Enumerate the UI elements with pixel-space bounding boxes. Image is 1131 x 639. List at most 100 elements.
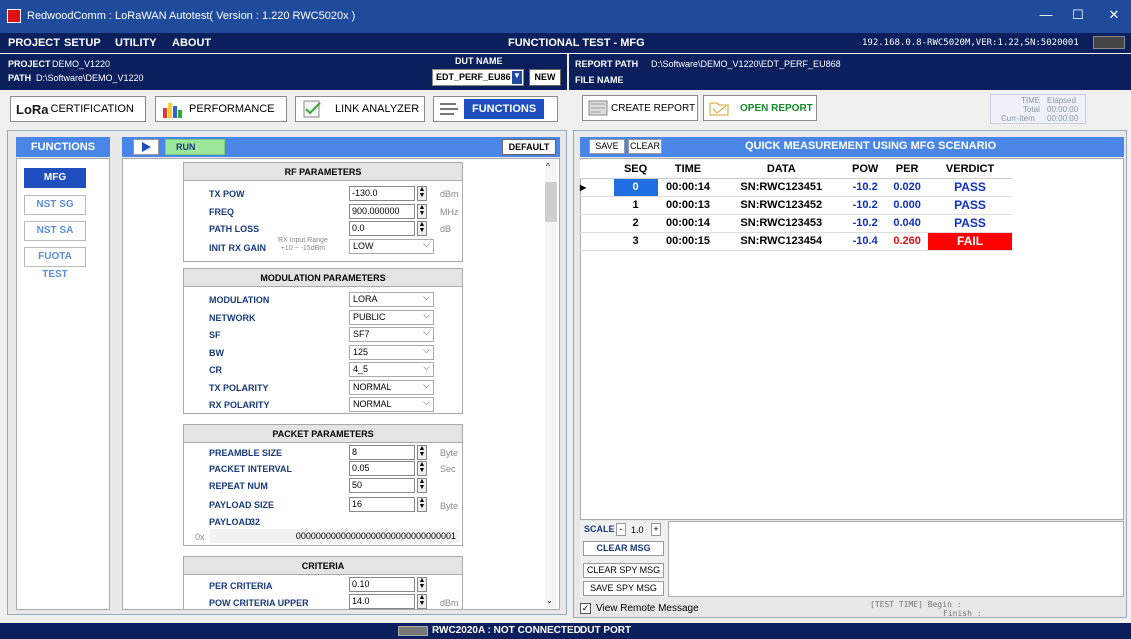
functions-tab-button[interactable]: FUNCTIONS (433, 96, 558, 122)
modulation-row-select[interactable]: PUBLIC (349, 309, 434, 325)
functions-header: FUNCTIONS (16, 137, 110, 157)
performance-label: PERFORMANCE (189, 103, 275, 115)
time-label: TIME (1021, 96, 1041, 105)
payload-size-spinner[interactable]: ▲ ▼ (417, 497, 427, 512)
save-button[interactable]: SAVE (589, 139, 625, 154)
total-value: 00:00:00 (1047, 105, 1079, 114)
cell-per: 0.000 (886, 196, 929, 215)
modulation-row-label: MODULATION (209, 295, 270, 305)
link-analyzer-button[interactable]: LINK ANALYZER (295, 96, 425, 122)
lora-certification-button[interactable]: LoRa CERTIFICATION (10, 96, 146, 122)
menu-setup[interactable]: SETUP (64, 37, 101, 49)
column-header[interactable]: POW (844, 160, 887, 179)
cell-time: 00:00:15 (657, 232, 719, 251)
tx-pow-spinner[interactable]: ▲ ▼ (417, 186, 427, 201)
modulation-row-select[interactable]: LORA (349, 292, 434, 307)
performance-button[interactable]: PERFORMANCE (155, 96, 287, 122)
parameters-scrollbar[interactable]: ^ ⌄ (545, 160, 557, 608)
init-rx-gain-select[interactable]: LOW (349, 239, 434, 254)
lora-logo: LoRa (16, 101, 49, 117)
preamble-size-spinner[interactable]: ▲ ▼ (417, 445, 427, 460)
path-loss-input[interactable]: 0.0 (349, 221, 415, 236)
open-report-button[interactable]: OPEN REPORT (703, 95, 817, 121)
table-row[interactable]: 1 00:00:13 SN:RWC123452 -10.2 0.000 PASS (580, 196, 1012, 215)
tx-pow-label: TX POW (209, 189, 245, 199)
path-loss-spinner[interactable]: ▲ ▼ (417, 221, 427, 236)
dut-port-label: DUT PORT (580, 625, 632, 636)
table-row[interactable]: ▶ 0 00:00:14 SN:RWC123451 -10.2 0.020 PASS (580, 178, 1012, 197)
clear-spy-msg-button[interactable]: CLEAR SPY MSG (583, 563, 664, 578)
new-dut-button[interactable]: NEW (529, 69, 561, 86)
preamble-size-input[interactable]: 8 (349, 445, 415, 460)
payload-length: 32 (250, 517, 261, 527)
cell-verdict: FAIL (928, 232, 1012, 251)
view-remote-checkbox[interactable]: ✓ (580, 603, 591, 614)
run-status: RUN (165, 139, 225, 155)
column-header[interactable]: DATA (718, 160, 845, 179)
sidebar-item-fuota-test[interactable]: FUOTA TEST (24, 247, 86, 280)
default-button[interactable]: DEFAULT (502, 139, 556, 155)
column-header[interactable]: TIME (657, 160, 719, 179)
payload-size-input[interactable]: 16 (349, 497, 415, 512)
test-time-finish: Finish : (943, 609, 982, 618)
freq-spinner[interactable]: ▲ ▼ (417, 204, 427, 219)
minimize-button[interactable]: — (1036, 7, 1056, 25)
pow-criteria-upper-input[interactable]: 14.0 (349, 594, 415, 609)
payload-input[interactable]: 00000000000000000000000000000001 (210, 529, 460, 543)
sidebar-item-nst-sa[interactable]: NST SA (24, 221, 86, 241)
scale-plus-button[interactable]: + (651, 523, 661, 536)
scroll-up-icon[interactable]: ^ (546, 162, 550, 171)
modulation-row-label: NETWORK (209, 312, 256, 323)
column-header[interactable]: PER (886, 160, 929, 179)
per-criteria-spinner[interactable]: ▲ ▼ (417, 577, 427, 592)
save-spy-msg-button[interactable]: SAVE SPY MSG (583, 581, 664, 596)
repeat-num-input[interactable]: 50 (349, 478, 415, 493)
column-header[interactable]: VERDICT (928, 160, 1012, 179)
scale-minus-button[interactable]: - (616, 523, 626, 536)
close-button[interactable]: ✕ (1104, 7, 1124, 25)
table-row[interactable]: 3 00:00:15 SN:RWC123454 -10.4 0.260 FAIL (580, 232, 1012, 251)
menu-about[interactable]: ABOUT (172, 37, 211, 49)
clear-msg-button[interactable]: CLEAR MSG (583, 541, 664, 556)
create-report-button[interactable]: CREATE REPORT (582, 95, 698, 121)
test-time-begin: [TEST TIME] Begin : (870, 600, 962, 609)
modulation-row-select[interactable]: 125 (349, 344, 434, 360)
row-indicator-header (580, 160, 614, 179)
packet-interval-input[interactable]: 0.05 (349, 461, 415, 476)
modulation-row-label: BW (209, 347, 224, 358)
modulation-row-select[interactable]: SF7 (349, 327, 434, 342)
run-button[interactable] (133, 139, 159, 155)
modulation-row-label: SF (209, 330, 221, 340)
clear-button[interactable]: CLEAR (628, 139, 662, 154)
window-title: RedwoodComm : LoRaWAN Autotest( Version … (27, 10, 356, 22)
scrollbar-thumb[interactable] (545, 182, 557, 222)
tx-pow-input[interactable]: -130.0 (349, 186, 415, 201)
modulation-row-select[interactable]: 4_5 (349, 362, 434, 377)
modulation-row-select[interactable]: NORMAL (349, 379, 434, 395)
column-header[interactable]: SEQ (613, 160, 658, 179)
sidebar-item-mfg[interactable]: MFG (24, 168, 86, 188)
spy-message-box[interactable] (668, 521, 1124, 597)
packet-interval-label: PACKET INTERVAL (209, 464, 293, 474)
per-criteria-input[interactable]: 0.10 (349, 577, 415, 592)
scroll-down-icon[interactable]: ⌄ (546, 596, 553, 605)
project-header: PROJECT DEMO_V1220 PATH D:\Software\DEMO… (0, 54, 567, 90)
packet-interval-spinner[interactable]: ▲ ▼ (417, 461, 427, 476)
cell-time: 00:00:14 (657, 214, 719, 233)
menu-utility[interactable]: UTILITY (115, 37, 157, 49)
freq-input[interactable]: 900.000000 (349, 204, 415, 219)
repeat-num-spinner[interactable]: ▲ ▼ (417, 478, 427, 493)
criteria-title: CRITERIA (184, 557, 462, 575)
modulation-row-select[interactable]: NORMAL (349, 397, 434, 412)
sidebar-item-nst-sg[interactable]: NST SG (24, 195, 86, 215)
menu-project[interactable]: PROJECT (8, 37, 60, 49)
pow-criteria-upper-spinner[interactable]: ▲ ▼ (417, 594, 427, 609)
repeat-num-label: REPEAT NUM (209, 481, 268, 491)
device-status: RWC2020A : NOT CONNECTED (432, 625, 581, 636)
dut-name-select[interactable]: EDT_PERF_EU86 ▼ (432, 69, 524, 86)
file-name-label: FILE NAME (575, 75, 624, 85)
maximize-button[interactable]: ☐ (1068, 7, 1088, 25)
cell-seq: 0 (613, 178, 658, 197)
total-label: Total (1023, 105, 1040, 114)
table-row[interactable]: 2 00:00:14 SN:RWC123453 -10.2 0.040 PASS (580, 214, 1012, 233)
